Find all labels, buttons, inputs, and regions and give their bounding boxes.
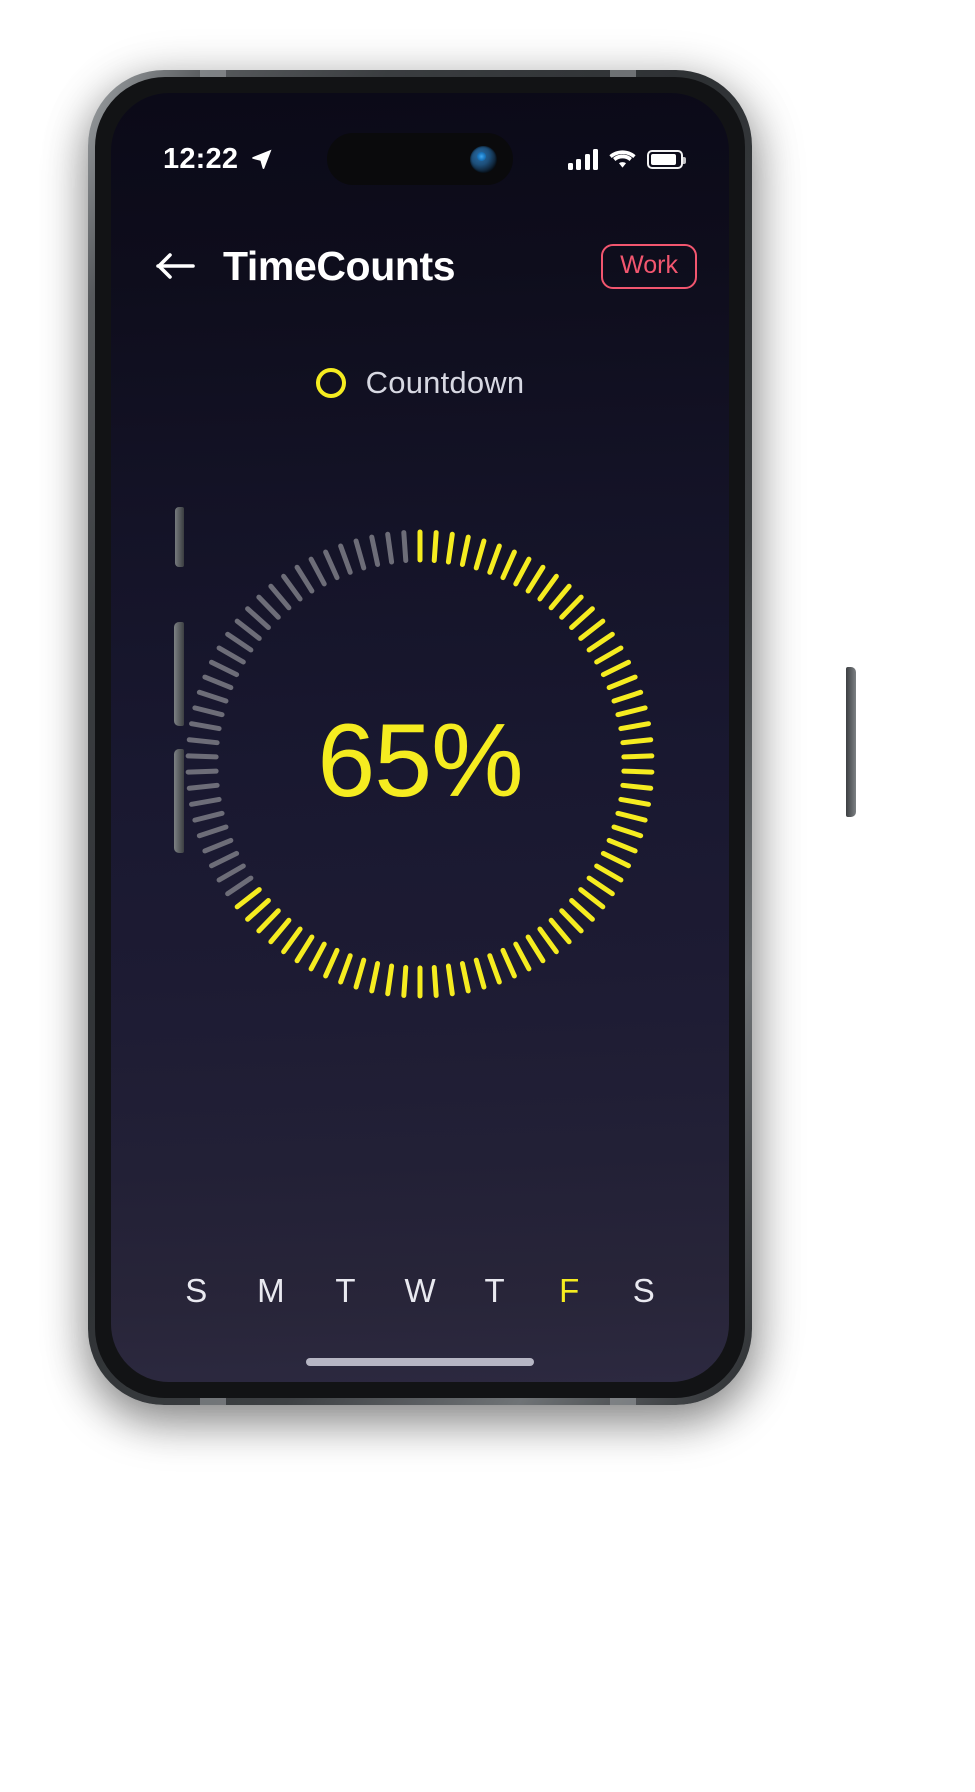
antenna-band [200, 70, 226, 77]
antenna-band [610, 70, 636, 77]
weekday-label: S [632, 1272, 655, 1309]
weekday-6[interactable]: S [606, 1248, 681, 1334]
weekday-4[interactable]: T [457, 1248, 532, 1334]
weekday-selector: S M T W T F S [111, 1248, 729, 1334]
mode-label: Countdown [365, 365, 525, 400]
location-arrow-icon [252, 149, 272, 169]
weekday-label: T [335, 1272, 356, 1309]
weekday-5[interactable]: F [532, 1248, 607, 1334]
mode-selector[interactable]: Countdown [111, 365, 729, 401]
weekday-3[interactable]: W [383, 1248, 458, 1334]
status-bar-right [567, 148, 686, 170]
antenna-band [610, 1398, 636, 1405]
weekday-label: M [257, 1272, 285, 1309]
cellular-signal-icon [567, 148, 598, 170]
page-title: TimeCounts [223, 242, 456, 289]
power-button[interactable] [846, 667, 856, 817]
weekday-label: S [185, 1272, 208, 1309]
weekday-1[interactable]: M [234, 1248, 309, 1334]
app-header: TimeCounts Work [111, 223, 729, 309]
weekday-2[interactable]: T [308, 1248, 383, 1334]
phone-frame: 12:22 TimeCounts Work Countdown 65% S M … [88, 70, 856, 1405]
home-indicator[interactable] [306, 1358, 534, 1366]
status-bar-left: 12:22 [163, 143, 274, 176]
weekday-label: W [404, 1272, 436, 1309]
arrow-left-icon [156, 253, 195, 279]
phone-screen: 12:22 TimeCounts Work Countdown 65% S M … [111, 93, 729, 1382]
back-button[interactable] [149, 239, 203, 293]
antenna-band [200, 1398, 226, 1405]
countdown-dial: 65% [181, 525, 659, 1003]
status-bar: 12:22 [111, 135, 729, 183]
volume-down-button[interactable] [174, 749, 184, 853]
weekday-label: F [559, 1272, 580, 1309]
volume-up-button[interactable] [174, 622, 184, 726]
status-time: 12:22 [163, 142, 239, 175]
status-badge-work[interactable]: Work [601, 243, 697, 289]
battery-icon [647, 149, 686, 169]
screenshot-root: 12:22 TimeCounts Work Countdown 65% S M … [0, 0, 975, 1792]
progress-percent-label: 65% [317, 703, 523, 820]
wifi-icon [609, 149, 636, 168]
weekday-label: T [484, 1272, 505, 1309]
app-screen: 12:22 TimeCounts Work Countdown 65% S M … [111, 93, 729, 1382]
phone-bezel: 12:22 TimeCounts Work Countdown 65% S M … [95, 77, 856, 1398]
circle-outline-icon [315, 368, 346, 398]
weekday-0[interactable]: S [159, 1248, 234, 1334]
silent-switch[interactable] [175, 507, 184, 567]
